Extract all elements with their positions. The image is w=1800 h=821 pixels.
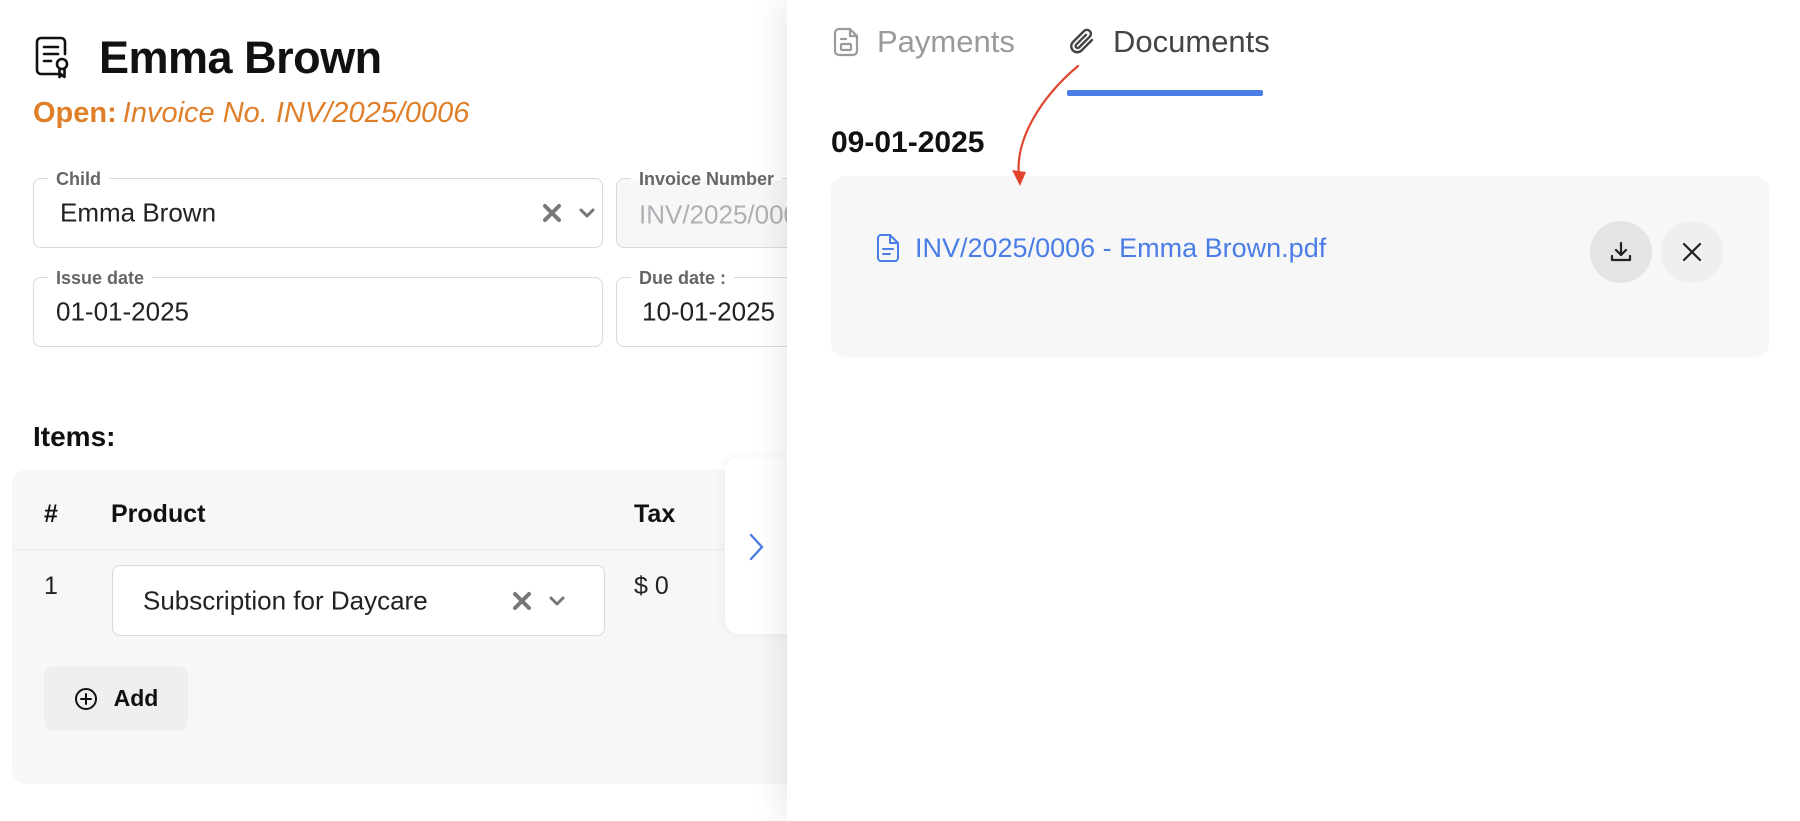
issue-date-value: 01-01-2025 (56, 296, 189, 327)
paperclip-icon (1070, 28, 1094, 54)
invoice-form-panel: Emma Brown Open: Invoice No. INV/2025/000… (0, 0, 787, 821)
invoice-number-field: Invoice Number INV/2025/0006 (616, 169, 787, 248)
items-heading: Items: (33, 421, 116, 452)
download-button[interactable] (1590, 221, 1652, 283)
remove-document-button[interactable] (1661, 221, 1723, 283)
invoice-status: Open: Invoice No. INV/2025/0006 (33, 97, 469, 130)
document-file-link[interactable]: INV/2025/0006 - Emma Brown.pdf (915, 233, 1326, 264)
issue-date-label: Issue date (48, 268, 153, 289)
child-label: Child (48, 169, 109, 190)
child-select[interactable]: Child Emma Brown (33, 169, 603, 248)
product-value: Subscription for Daycare (143, 585, 428, 615)
tab-documents-label: Documents (1113, 24, 1270, 59)
child-value: Emma Brown (60, 197, 217, 228)
status-label: Open: (33, 97, 117, 129)
document-list-item: INV/2025/0006 - Emma Brown.pdf (831, 176, 1769, 357)
column-header-index: # (44, 500, 58, 528)
title-row: Emma Brown (33, 32, 382, 84)
row-index: 1 (44, 572, 58, 600)
document-date-heading: 09-01-2025 (831, 126, 985, 159)
product-select[interactable]: Subscription for Daycare (112, 565, 605, 636)
close-icon (1682, 242, 1702, 262)
invoice-number-label: Invoice Number (631, 169, 783, 190)
invoice-certificate-icon (35, 36, 69, 79)
column-header-tax: Tax (634, 500, 676, 528)
due-date-value: 10-01-2025 (642, 296, 775, 327)
status-invoice-number: Invoice No. INV/2025/0006 (122, 97, 470, 129)
add-item-button[interactable]: Add (44, 666, 188, 731)
row-tax: $ 0 (634, 572, 669, 600)
receipt-icon (833, 27, 859, 57)
tab-payments-label: Payments (877, 24, 1015, 59)
column-header-product: Product (111, 500, 206, 528)
add-item-label: Add (113, 685, 159, 711)
plus-circle-icon (74, 687, 97, 710)
tab-payments[interactable]: Payments (831, 20, 1015, 64)
due-date-label: Due date : (631, 268, 735, 289)
clear-icon[interactable] (511, 590, 533, 612)
active-tab-indicator (1067, 90, 1263, 96)
chevron-right-icon (749, 533, 764, 561)
tab-documents[interactable]: Documents (1067, 20, 1270, 64)
expand-panel-handle[interactable] (725, 457, 787, 634)
clear-icon[interactable] (541, 202, 563, 224)
issue-date-field[interactable]: Issue date 01-01-2025 (33, 268, 603, 347)
download-icon (1610, 241, 1632, 262)
chevron-down-icon[interactable] (577, 203, 597, 223)
documents-drawer: Payments Documents 09-01-2025 INV/2025/0… (787, 0, 1800, 821)
table-header-divider (12, 549, 787, 550)
file-text-icon (877, 234, 899, 262)
invoice-number-value: INV/2025/0006 (639, 199, 787, 230)
page-title: Emma Brown (99, 32, 382, 83)
due-date-field[interactable]: Due date : 10-01-2025 (616, 268, 787, 347)
chevron-down-icon[interactable] (547, 591, 567, 611)
